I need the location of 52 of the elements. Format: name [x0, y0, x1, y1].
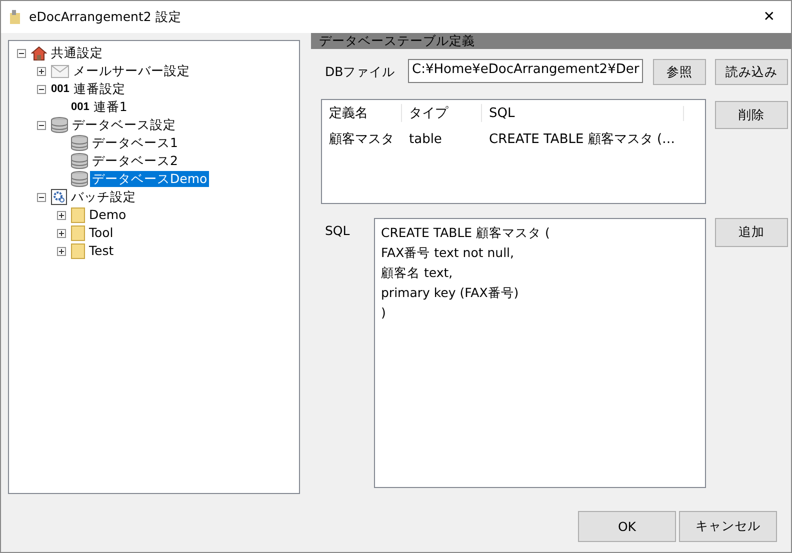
tree-item[interactable]: データベース1	[90, 135, 180, 151]
tree-item[interactable]: Tool	[87, 225, 116, 241]
collapse-icon[interactable]	[37, 192, 46, 202]
database-icon	[71, 153, 88, 169]
table-cell-text: 顧客マスタ	[328, 131, 395, 148]
database-icon	[71, 171, 88, 187]
tree-item[interactable]: データベース設定	[70, 117, 178, 133]
column-header[interactable]: タイプ	[402, 104, 482, 122]
tree-item[interactable]: データベース2	[90, 153, 180, 169]
tree-item[interactable]: 連番1	[91, 99, 130, 115]
folder-icon	[71, 207, 85, 223]
expand-icon[interactable]	[57, 210, 66, 220]
table-cell-text: table	[408, 132, 443, 146]
close-button[interactable]: ✕	[755, 5, 783, 29]
table-cell-text: CREATE TABLE 顧客マスタ (…	[488, 131, 676, 148]
add-button[interactable]: 追加	[715, 218, 788, 247]
ok-button[interactable]: OK	[578, 511, 676, 542]
browse-button[interactable]: 参照	[653, 59, 706, 85]
expand-icon[interactable]	[37, 66, 46, 76]
column-header[interactable]: 定義名	[322, 104, 402, 122]
tree-item[interactable]: データベースDemo	[90, 171, 210, 187]
envelope-icon	[51, 64, 69, 78]
tree-item[interactable]: Test	[87, 243, 116, 259]
tree-item[interactable]: 連番設定	[71, 81, 128, 97]
column-header[interactable]: SQL	[482, 106, 684, 120]
collapse-icon[interactable]	[37, 120, 46, 130]
section-header: データベーステーブル定義	[311, 33, 791, 49]
field-label: DBファイル	[325, 63, 393, 81]
gear-icon	[51, 189, 67, 205]
expand-icon[interactable]	[57, 228, 66, 238]
db-file-field[interactable]: C:¥Home¥eDocArrangement2¥Der	[408, 59, 644, 83]
app-icon	[9, 9, 21, 25]
field-label: SQL	[325, 222, 350, 240]
database-icon	[51, 117, 68, 133]
cancel-button[interactable]: キャンセル	[679, 511, 777, 542]
tree-item[interactable]: メールサーバー設定	[71, 63, 192, 79]
number-label: 001	[71, 101, 90, 113]
number-label: 001	[51, 83, 70, 95]
window-title: eDocArrangement2 設定	[29, 8, 182, 26]
collapse-icon[interactable]	[17, 48, 26, 58]
collapse-icon[interactable]	[37, 84, 46, 94]
expand-icon[interactable]	[57, 246, 66, 256]
delete-button[interactable]: 削除	[715, 101, 788, 129]
load-button[interactable]: 読み込み	[715, 59, 788, 85]
folder-icon	[71, 225, 85, 241]
tree-item[interactable]: バッチ設定	[69, 189, 138, 205]
database-icon	[71, 135, 88, 151]
folder-icon	[71, 243, 85, 259]
tree-item[interactable]: 共通設定	[49, 45, 105, 61]
sql-field[interactable]: CREATE TABLE 顧客マスタ ( FAX番号 text not null, 顧客名 text, primary key (FAX番号) )	[374, 218, 706, 488]
tree-item[interactable]: Demo	[87, 207, 128, 223]
house-icon	[31, 45, 47, 61]
